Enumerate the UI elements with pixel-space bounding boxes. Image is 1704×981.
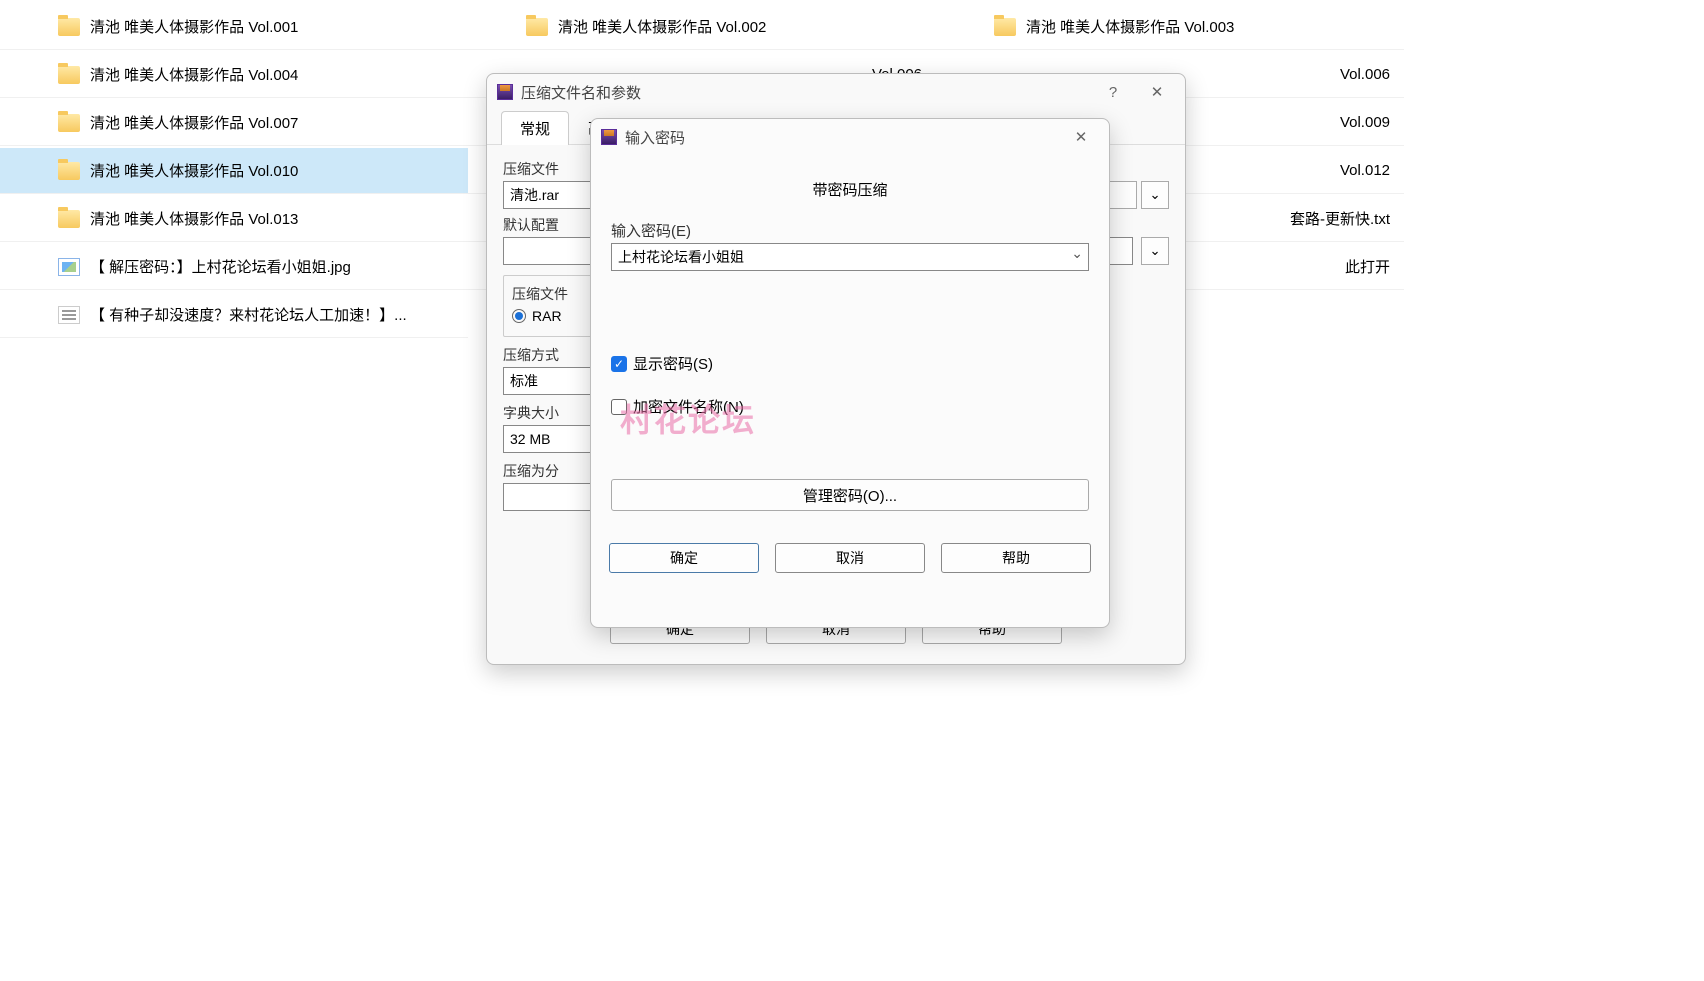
dialog-title: 压缩文件名和参数 bbox=[521, 82, 1087, 103]
help-button[interactable]: 帮助 bbox=[941, 543, 1091, 573]
file-name: 此打开 bbox=[1345, 256, 1390, 277]
folder-icon bbox=[58, 18, 80, 36]
folder-icon bbox=[994, 18, 1016, 36]
dropdown-button[interactable]: ⌄ bbox=[1141, 237, 1169, 265]
close-icon[interactable]: ✕ bbox=[1063, 123, 1099, 151]
close-icon[interactable]: ✕ bbox=[1139, 78, 1175, 106]
heading: 带密码压缩 bbox=[611, 173, 1089, 206]
file-name: Vol.006 bbox=[1340, 66, 1390, 83]
file-name: 清池 唯美人体摄影作品 Vol.007 bbox=[90, 112, 298, 133]
radio-icon bbox=[512, 309, 526, 323]
radio-label: RAR bbox=[532, 308, 562, 324]
encrypt-names-checkbox[interactable]: 加密文件名称(N) bbox=[611, 396, 1089, 417]
file-item[interactable]: 清池 唯美人体摄影作品 Vol.002 bbox=[468, 4, 936, 50]
file-item[interactable]: 【 有种子却没速度？来村花论坛人工加速！】... bbox=[0, 292, 468, 338]
show-password-checkbox[interactable]: 显示密码(S) bbox=[611, 353, 1089, 374]
text-icon bbox=[58, 306, 80, 324]
checkbox-icon bbox=[611, 356, 627, 372]
checkbox-label: 显示密码(S) bbox=[633, 353, 713, 374]
file-name: 【 解压密码：】上村花论坛看小姐姐.jpg bbox=[90, 256, 351, 277]
rar-icon bbox=[497, 84, 513, 100]
file-name: 套路-更新快.txt bbox=[1290, 208, 1390, 229]
cancel-button[interactable]: 取消 bbox=[775, 543, 925, 573]
tab-general[interactable]: 常规 bbox=[501, 111, 569, 145]
password-input[interactable] bbox=[611, 243, 1089, 271]
file-item[interactable]: 清池 唯美人体摄影作品 Vol.004 bbox=[0, 52, 468, 98]
folder-icon bbox=[58, 210, 80, 228]
file-name: 清池 唯美人体摄影作品 Vol.001 bbox=[90, 16, 298, 37]
file-item[interactable]: 清池 唯美人体摄影作品 Vol.003 bbox=[936, 4, 1404, 50]
ok-button[interactable]: 确定 bbox=[609, 543, 759, 573]
file-name: 清池 唯美人体摄影作品 Vol.013 bbox=[90, 208, 298, 229]
file-item-selected[interactable]: 清池 唯美人体摄影作品 Vol.010 bbox=[0, 148, 468, 194]
dialog-body: 带密码压缩 输入密码(E) 显示密码(S) 加密文件名称(N) 管理密码(O).… bbox=[591, 155, 1109, 529]
dropdown-button[interactable]: ⌄ bbox=[1141, 181, 1169, 209]
file-name: Vol.012 bbox=[1340, 162, 1390, 179]
folder-icon bbox=[58, 66, 80, 84]
file-item[interactable]: 清池 唯美人体摄影作品 Vol.001 bbox=[0, 4, 468, 50]
folder-icon bbox=[58, 162, 80, 180]
dialog-buttons: 确定 取消 帮助 bbox=[591, 529, 1109, 589]
file-item[interactable]: 清池 唯美人体摄影作品 Vol.007 bbox=[0, 100, 468, 146]
file-name: 清池 唯美人体摄影作品 Vol.003 bbox=[1026, 16, 1234, 37]
dialog-title: 输入密码 bbox=[625, 127, 1055, 148]
image-icon bbox=[58, 258, 80, 276]
checkbox-icon bbox=[611, 399, 627, 415]
rar-icon bbox=[601, 129, 617, 145]
file-item[interactable]: 【 解压密码：】上村花论坛看小姐姐.jpg bbox=[0, 244, 468, 290]
file-name: Vol.009 bbox=[1340, 114, 1390, 131]
checkbox-label: 加密文件名称(N) bbox=[633, 396, 744, 417]
folder-icon bbox=[526, 18, 548, 36]
file-name: 清池 唯美人体摄影作品 Vol.002 bbox=[558, 16, 766, 37]
help-icon[interactable]: ? bbox=[1095, 78, 1131, 106]
titlebar[interactable]: 压缩文件名和参数 ? ✕ bbox=[487, 74, 1185, 110]
file-name: 清池 唯美人体摄影作品 Vol.004 bbox=[90, 64, 298, 85]
file-name: 【 有种子却没速度？来村花论坛人工加速！】... bbox=[90, 304, 407, 325]
manage-passwords-button[interactable]: 管理密码(O)... bbox=[611, 479, 1089, 511]
file-item[interactable]: 清池 唯美人体摄影作品 Vol.013 bbox=[0, 196, 468, 242]
folder-icon bbox=[58, 114, 80, 132]
titlebar[interactable]: 输入密码 ✕ bbox=[591, 119, 1109, 155]
file-name: 清池 唯美人体摄影作品 Vol.010 bbox=[90, 160, 298, 181]
password-label: 输入密码(E) bbox=[611, 220, 1089, 241]
password-dialog: 输入密码 ✕ 带密码压缩 输入密码(E) 显示密码(S) 加密文件名称(N) 管… bbox=[590, 118, 1110, 628]
